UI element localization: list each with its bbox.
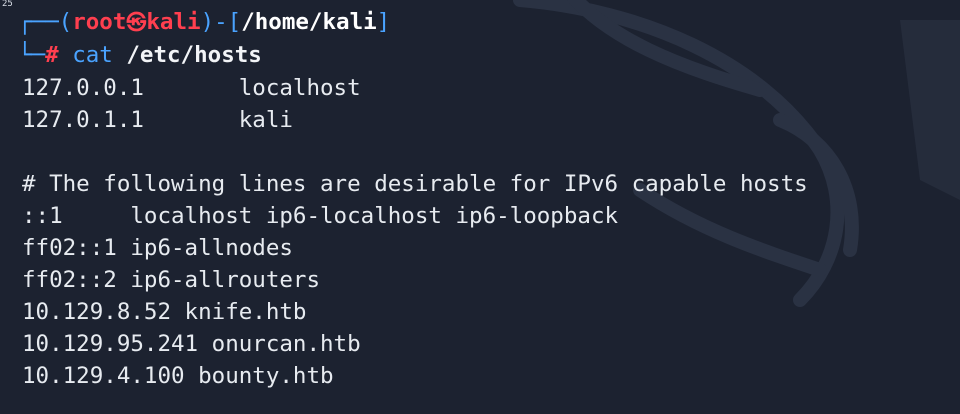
terminal-window[interactable]: 25 ┌──(root㉿kali)-[/home/kali] └─# cat /… <box>0 0 960 414</box>
output-line: 127.0.0.1 localhost <box>22 75 361 101</box>
prompt-hash: # <box>45 42 59 68</box>
prompt-header-line: ┌──(root㉿kali)-[/home/kali] <box>18 6 390 38</box>
output-line: 127.0.1.1 kali <box>22 107 293 133</box>
command-name: cat <box>72 42 113 68</box>
prompt-corner: └─ <box>18 42 46 68</box>
output-line: ::1 localhost ip6-localhost ip6-loopback <box>22 203 619 229</box>
prompt-bracket-close: ] <box>376 9 391 35</box>
output-line: 10.129.4.100 bounty.htb <box>22 363 334 389</box>
prompt-host: kali <box>146 9 201 35</box>
output-line: 10.129.95.241 onurcan.htb <box>22 331 361 357</box>
output-line: 10.129.8.52 knife.htb <box>22 299 307 325</box>
output-line: ff02::1 ip6-allnodes <box>22 235 293 261</box>
output-line: ff02::2 ip6-allrouters <box>22 267 321 293</box>
command-line[interactable]: └─# cat /etc/hosts <box>18 39 262 71</box>
window-corner-label: 25 <box>2 0 13 9</box>
skull-icon: ㉿ <box>126 10 147 34</box>
command-argument: /etc/hosts <box>126 42 262 68</box>
prompt-bracket-mid: )-[ <box>200 9 242 35</box>
prompt-cwd: /home/kali <box>241 9 377 35</box>
prompt-bracket-open: ┌──( <box>18 9 73 35</box>
output-line: # The following lines are desirable for … <box>22 171 808 197</box>
prompt-user: root <box>72 9 127 35</box>
